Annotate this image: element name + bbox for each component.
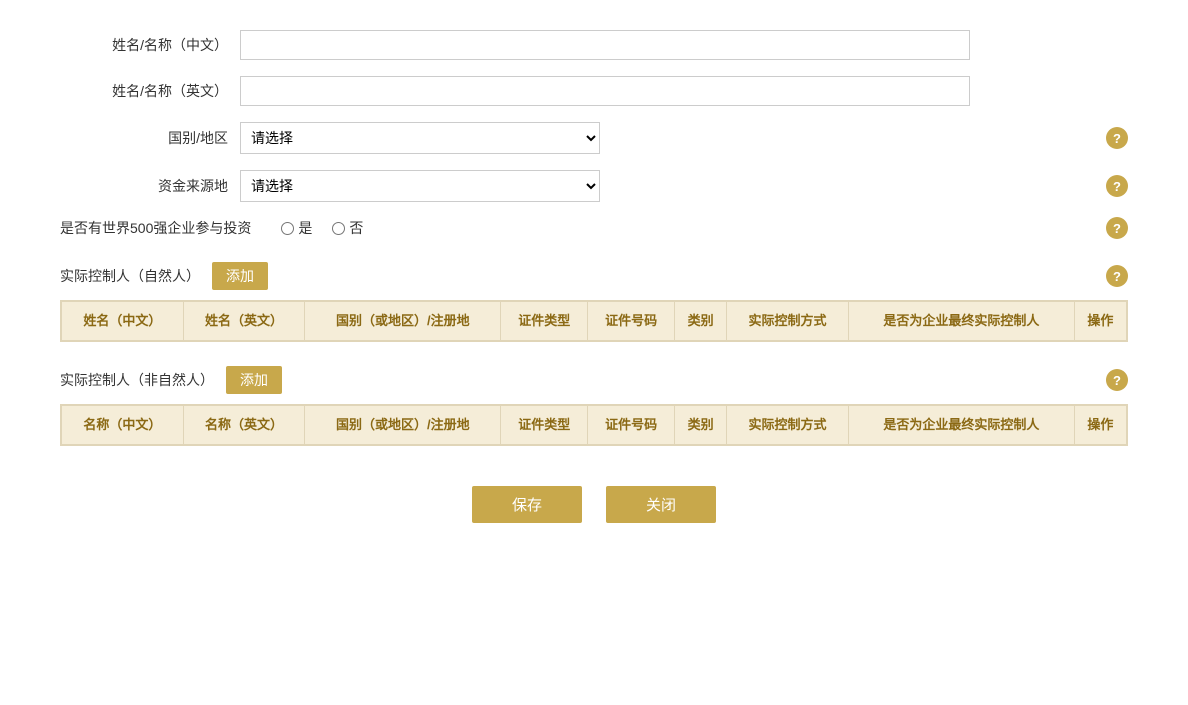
world500-help-icon[interactable]: ? — [1106, 217, 1128, 239]
section2-col-9: 操作 — [1074, 406, 1126, 445]
section1-col-7: 实际控制方式 — [727, 302, 849, 341]
section1-col-9: 操作 — [1074, 302, 1126, 341]
section2-col-5: 证件号码 — [588, 406, 675, 445]
section1-table-container: 姓名（中文） 姓名（英文） 国别（或地区）/注册地 证件类型 证件号码 类别 实… — [60, 300, 1128, 342]
section1-col-2: 姓名（英文） — [183, 302, 305, 341]
section1-col-4: 证件类型 — [501, 302, 588, 341]
bottom-buttons: 保存 关闭 — [60, 486, 1128, 523]
name-en-input[interactable] — [240, 76, 970, 106]
save-button[interactable]: 保存 — [472, 486, 582, 523]
section1-col-1: 姓名（中文） — [62, 302, 184, 341]
section2-col-8: 是否为企业最终实际控制人 — [848, 406, 1074, 445]
section2-col-1: 名称（中文） — [62, 406, 184, 445]
section2-table: 名称（中文） 名称（英文） 国别（或地区）/注册地 证件类型 证件号码 类别 实… — [61, 405, 1127, 445]
country-select[interactable]: 请选择 — [240, 122, 600, 154]
section2-add-button[interactable]: 添加 — [226, 366, 282, 394]
radio-yes-label[interactable]: 是 — [281, 218, 312, 238]
radio-no-text: 否 — [349, 218, 363, 238]
section2-col-7: 实际控制方式 — [727, 406, 849, 445]
section1-table: 姓名（中文） 姓名（英文） 国别（或地区）/注册地 证件类型 证件号码 类别 实… — [61, 301, 1127, 341]
fund-source-help-icon[interactable]: ? — [1106, 175, 1128, 197]
name-en-label: 姓名/名称（英文） — [60, 81, 240, 101]
radio-yes-text: 是 — [298, 218, 312, 238]
section2-col-3: 国别（或地区）/注册地 — [305, 406, 501, 445]
section1-title: 实际控制人（自然人） — [60, 266, 200, 286]
section2-help-icon[interactable]: ? — [1106, 369, 1128, 391]
section2-col-4: 证件类型 — [501, 406, 588, 445]
radio-yes[interactable] — [281, 222, 294, 235]
country-help-icon[interactable]: ? — [1106, 127, 1128, 149]
section2-table-container: 名称（中文） 名称（英文） 国别（或地区）/注册地 证件类型 证件号码 类别 实… — [60, 404, 1128, 446]
name-cn-input[interactable] — [240, 30, 970, 60]
section2-col-2: 名称（英文） — [183, 406, 305, 445]
section1-help-icon[interactable]: ? — [1106, 265, 1128, 287]
section1-add-button[interactable]: 添加 — [212, 262, 268, 290]
fund-source-label: 资金来源地 — [60, 176, 240, 196]
name-cn-label: 姓名/名称（中文） — [60, 35, 240, 55]
fund-source-select[interactable]: 请选择 — [240, 170, 600, 202]
radio-no[interactable] — [332, 222, 345, 235]
section2-col-6: 类别 — [675, 406, 727, 445]
section1-col-3: 国别（或地区）/注册地 — [305, 302, 501, 341]
section2-title: 实际控制人（非自然人） — [60, 370, 214, 390]
section1-col-5: 证件号码 — [588, 302, 675, 341]
close-button[interactable]: 关闭 — [606, 486, 716, 523]
country-label: 国别/地区 — [60, 128, 240, 148]
world500-label: 是否有世界500强企业参与投资 — [60, 218, 251, 238]
radio-no-label[interactable]: 否 — [332, 218, 363, 238]
section1-col-8: 是否为企业最终实际控制人 — [848, 302, 1074, 341]
section1-col-6: 类别 — [675, 302, 727, 341]
